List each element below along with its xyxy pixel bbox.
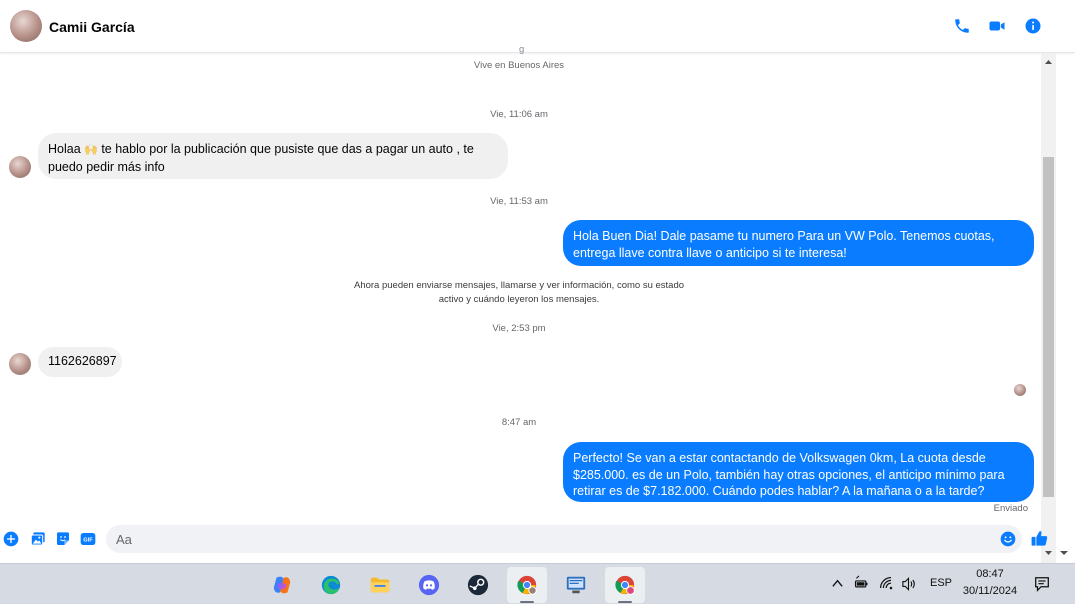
photo-gallery-icon[interactable] — [30, 531, 46, 547]
video-camera-icon[interactable] — [988, 17, 1006, 35]
message-text: Perfecto! Se van a estar contactando de … — [573, 451, 1005, 498]
thumbs-up-icon[interactable] — [1030, 529, 1049, 548]
taskbar-file-explorer[interactable] — [360, 567, 400, 603]
steam-icon — [467, 574, 489, 596]
scrollbar[interactable] — [1041, 53, 1056, 563]
message-text: Hola Buen Dia! Dale pasame tu numero Par… — [573, 229, 995, 260]
message-input[interactable]: Aa — [106, 525, 1022, 553]
raised-hands-emoji: 🙌 — [84, 144, 98, 156]
scroll-up-arrow-icon[interactable] — [1041, 55, 1056, 69]
message-text: Holaa — [48, 142, 81, 156]
volume-icon[interactable] — [900, 576, 917, 592]
chrome-profile-icon — [615, 575, 635, 595]
read-receipt-avatar — [1014, 384, 1026, 396]
timestamp: Vie, 2:53 pm — [492, 323, 546, 334]
folder-icon — [370, 577, 390, 593]
taskbar-chrome[interactable] — [507, 567, 547, 603]
timestamp: Vie, 11:53 am — [490, 196, 548, 207]
message-thread: g Vive en Buenos Aires Vie, 11:06 am Hol… — [0, 44, 1040, 523]
system-notice: Ahora pueden enviarse mensajes, llamarse… — [353, 280, 685, 305]
copilot-icon — [273, 576, 291, 594]
sent-status: Enviado — [993, 503, 1028, 514]
info-icon[interactable] — [1024, 17, 1042, 35]
sender-avatar[interactable] — [9, 156, 31, 178]
scroll-down-arrow-icon[interactable] — [1041, 546, 1056, 560]
monitor-app-icon — [566, 576, 586, 594]
chrome-icon — [517, 575, 537, 595]
contact-avatar[interactable] — [10, 10, 42, 42]
wifi-icon[interactable] — [879, 576, 895, 592]
taskbar-discord[interactable] — [409, 567, 449, 603]
clock-date[interactable]: 30/11/2024 — [960, 585, 1020, 597]
contact-location: Vive en Buenos Aires — [473, 60, 565, 71]
emoji-icon[interactable] — [1000, 531, 1016, 547]
language-indicator[interactable]: ESP — [930, 577, 952, 589]
composer-bar: GIF Aa — [0, 523, 1048, 563]
outgoing-message[interactable]: Hola Buen Dia! Dale pasame tu numero Par… — [563, 220, 1034, 266]
message-text: te hablo por la publicación que pusiste … — [48, 142, 474, 174]
contact-name[interactable]: Camii García — [49, 19, 135, 35]
message-text: 1162626897 — [48, 354, 117, 368]
phone-icon[interactable] — [953, 17, 971, 35]
taskbar-steam[interactable] — [458, 567, 498, 603]
window-scroll-down-icon[interactable] — [1059, 548, 1069, 558]
clock-time[interactable]: 08:47 — [960, 568, 1020, 580]
show-hidden-icons-chevron-up-icon[interactable] — [831, 577, 844, 590]
battery-icon[interactable] — [853, 575, 870, 592]
windows-taskbar: ESP 08:47 30/11/2024 — [0, 563, 1075, 604]
notifications-icon[interactable] — [1033, 575, 1051, 593]
plus-circle-icon[interactable] — [3, 531, 19, 547]
timestamp: 8:47 am — [501, 417, 537, 428]
timestamp: Vie, 11:06 am — [490, 109, 548, 120]
discord-icon — [418, 574, 440, 596]
taskbar-remote-app[interactable] — [556, 567, 596, 603]
edge-icon — [321, 575, 341, 595]
svg-text:GIF: GIF — [83, 538, 93, 544]
profile-info-partial: g — [519, 44, 525, 55]
taskbar-chrome-profile[interactable] — [605, 567, 645, 603]
sticker-icon[interactable] — [55, 531, 71, 547]
sender-avatar[interactable] — [9, 353, 31, 375]
incoming-message[interactable]: 1162626897 — [38, 347, 122, 377]
scroll-thumb[interactable] — [1043, 157, 1054, 497]
gif-icon[interactable]: GIF — [80, 531, 96, 547]
outgoing-message[interactable]: Perfecto! Se van a estar contactando de … — [563, 442, 1034, 502]
taskbar-edge[interactable] — [311, 567, 351, 603]
incoming-message[interactable]: Holaa 🙌 te hablo por la publicación que … — [38, 133, 508, 179]
message-input-placeholder: Aa — [116, 532, 132, 547]
taskbar-copilot[interactable] — [262, 567, 302, 603]
